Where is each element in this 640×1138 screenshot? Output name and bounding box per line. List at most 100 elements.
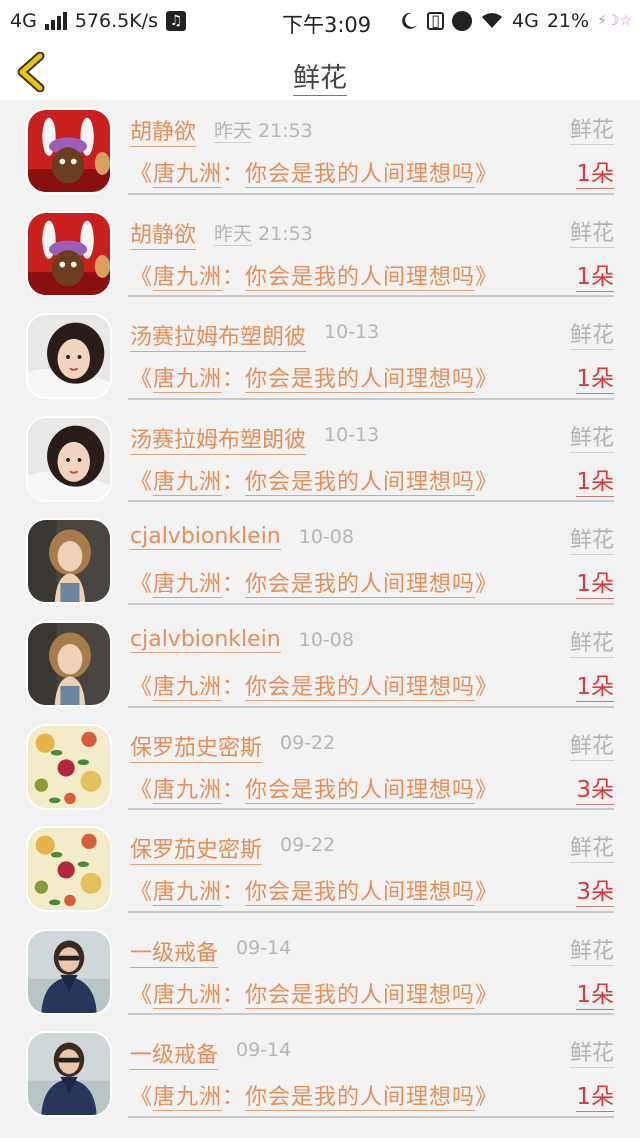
gift-day: 昨天 [214, 222, 253, 246]
gift-clock: 21:53 [258, 120, 313, 142]
gift-clock: 09-22 [280, 834, 336, 857]
song-title-part: 《 [130, 982, 154, 1008]
gift-time: 09-14 [236, 937, 291, 959]
avatar[interactable] [26, 210, 112, 297]
gift-type: 鲜花 [569, 830, 614, 864]
sender-name[interactable]: 胡静欲 [130, 114, 197, 147]
sender-name[interactable]: 胡静欲 [130, 217, 197, 250]
gift-time: 09-22 [280, 732, 335, 754]
music-icon: ♫ [165, 11, 186, 31]
song-title[interactable]: 《唐九洲：你会是我的人间理想吗》 [130, 361, 499, 394]
gift-time: 昨天 21:53 [214, 116, 313, 143]
song-title[interactable]: 《唐九洲：你会是我的人间理想吗》 [130, 772, 498, 804]
sender-name[interactable]: 汤赛拉姆布塑朗彼 [130, 319, 307, 353]
avatar[interactable] [26, 108, 112, 194]
song-title-part: 《 [130, 674, 154, 700]
song-title[interactable]: 《唐九洲：你会是我的人间理想吗》 [130, 977, 498, 1009]
avatar[interactable] [26, 1031, 112, 1118]
gift-count: 1朵 [576, 462, 614, 497]
status-bar: 4G 576.5K/s ♫ 下午3:09 ▯ 4G 21% ⚡☽☆ [0, 0, 640, 44]
gift-clock: 09-14 [236, 1039, 292, 1062]
gift-count: 3朵 [576, 872, 614, 908]
avatar[interactable] [26, 826, 112, 913]
gift-count: 3朵 [576, 770, 614, 805]
network-label: 4G [10, 10, 37, 32]
row-divider [128, 705, 614, 708]
gift-row[interactable]: 保罗茄史密斯 09-22 鲜花 《唐九洲：你会是我的人间理想吗》 3朵 [0, 716, 640, 819]
song-title-part: 唐九洲 [153, 572, 223, 599]
gift-count: 1朵 [576, 564, 614, 600]
gift-row[interactable]: 一级戒备 09-14 鲜花 《唐九洲：你会是我的人间理想吗》 1朵 [0, 921, 640, 1024]
gift-list: 胡静欲 昨天 21:53 鲜花 《唐九洲：你会是我的人间理想吗》 1朵 胡静欲 昨… [0, 100, 640, 1126]
sender-name[interactable]: 一级戒备 [130, 935, 219, 968]
gift-type: 鲜花 [569, 625, 614, 658]
song-title-part: 》 [475, 367, 499, 393]
sender-name[interactable]: cjalvbionklein [130, 524, 281, 551]
song-title-part: 你会是我的人间理想吗 [245, 264, 476, 291]
avatar-image [28, 930, 110, 1013]
song-title[interactable]: 《唐九洲：你会是我的人间理想吗》 [130, 464, 498, 496]
song-title-part: 》 [475, 674, 499, 700]
song-title-part: 你会是我的人间理想吗 [245, 367, 476, 394]
gift-row[interactable]: 汤赛拉姆布塑朗彼 10-13 鲜花 《唐九洲：你会是我的人间理想吗》 1朵 [0, 408, 640, 511]
gift-row[interactable]: cjalvbionklein 10-08 鲜花 《唐九洲：你会是我的人间理想吗》… [0, 510, 640, 613]
gift-clock: 10-13 [324, 423, 380, 446]
avatar-image [28, 725, 110, 808]
gift-clock: 10-08 [298, 628, 354, 651]
song-title-part: 你会是我的人间理想吗 [245, 674, 476, 701]
sender-name[interactable]: cjalvbionklein [130, 627, 281, 653]
song-title[interactable]: 《唐九洲：你会是我的人间理想吗》 [130, 156, 498, 188]
alarm-icon [452, 11, 473, 31]
status-left: 4G 576.5K/s ♫ [10, 10, 186, 32]
song-title-part: 唐九洲 [153, 367, 223, 394]
avatar[interactable] [26, 313, 112, 400]
row-divider [128, 192, 614, 195]
avatar[interactable] [26, 723, 112, 810]
sender-name[interactable]: 汤赛拉姆布塑朗彼 [130, 422, 307, 455]
gift-row[interactable]: 胡静欲 昨天 21:53 鲜花 《唐九洲：你会是我的人间理想吗》 1朵 [0, 203, 640, 306]
gift-type: 鲜花 [569, 215, 614, 248]
song-title-part: 》 [475, 264, 499, 290]
song-title-part: ： [222, 674, 246, 700]
song-title-part: 》 [475, 162, 499, 187]
song-title-part: 《 [130, 1085, 154, 1111]
gift-type: 鲜花 [569, 728, 614, 761]
network-speed: 576.5K/s [74, 10, 158, 32]
vibrate-icon: ▯ [427, 12, 445, 30]
avatar-image [28, 828, 110, 911]
sender-name[interactable]: 保罗茄史密斯 [130, 730, 263, 763]
song-title-part: ： [222, 880, 246, 906]
song-title-part: 》 [475, 572, 499, 598]
sender-name[interactable]: 一级戒备 [130, 1037, 219, 1071]
row-divider [128, 500, 614, 503]
avatar[interactable] [26, 620, 112, 707]
song-title-part: 唐九洲 [153, 674, 223, 701]
gift-clock: 09-14 [236, 936, 292, 959]
sender-name[interactable]: 保罗茄史密斯 [130, 832, 263, 866]
gift-clock: 21:53 [258, 222, 313, 245]
song-title-part: 你会是我的人间理想吗 [245, 880, 476, 907]
gift-row[interactable]: 汤赛拉姆布塑朗彼 10-13 鲜花 《唐九洲：你会是我的人间理想吗》 1朵 [0, 305, 640, 408]
gift-row[interactable]: 胡静欲 昨天 21:53 鲜花 《唐九洲：你会是我的人间理想吗》 1朵 [0, 100, 640, 203]
avatar[interactable] [26, 518, 112, 605]
song-title[interactable]: 《唐九洲：你会是我的人间理想吗》 [130, 566, 499, 599]
gift-row[interactable]: 保罗茄史密斯 09-22 鲜花 《唐九洲：你会是我的人间理想吗》 3朵 [0, 818, 640, 921]
avatar[interactable] [26, 928, 112, 1015]
avatar[interactable] [26, 415, 112, 502]
song-title[interactable]: 《唐九洲：你会是我的人间理想吗》 [130, 669, 498, 701]
avatar-image [28, 520, 110, 603]
gift-row[interactable]: cjalvbionklein 10-08 鲜花 《唐九洲：你会是我的人间理想吗》… [0, 613, 640, 716]
row-divider [128, 295, 614, 298]
gift-count: 1朵 [576, 154, 614, 189]
gift-type: 鲜花 [569, 1035, 614, 1069]
gift-count: 1朵 [576, 257, 614, 292]
wifi-icon [482, 13, 503, 28]
song-title-part: 唐九洲 [153, 264, 223, 291]
gift-time: 10-08 [299, 629, 354, 651]
song-title[interactable]: 《唐九洲：你会是我的人间理想吗》 [130, 259, 498, 291]
gift-count: 1朵 [576, 667, 614, 702]
song-title[interactable]: 《唐九洲：你会是我的人间理想吗》 [130, 1079, 498, 1112]
gift-row[interactable]: 一级戒备 09-14 鲜花 《唐九洲：你会是我的人间理想吗》 1朵 [0, 1023, 640, 1126]
song-title[interactable]: 《唐九洲：你会是我的人间理想吗》 [130, 874, 498, 907]
page-title: 鲜花 [293, 63, 347, 96]
